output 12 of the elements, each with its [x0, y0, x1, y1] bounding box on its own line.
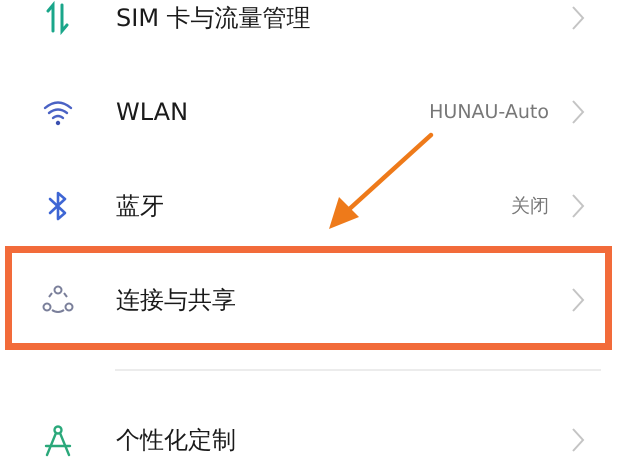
- chevron-right-icon: [571, 287, 585, 313]
- chevron-right-icon: [571, 193, 585, 219]
- setting-value: 关闭: [511, 194, 549, 219]
- chevron-right-icon: [571, 99, 585, 125]
- setting-label: 蓝牙: [116, 191, 164, 222]
- setting-value: HUNAU-Auto: [429, 101, 549, 123]
- setting-label: 连接与共享: [116, 285, 236, 316]
- setting-label: SIM 卡与流量管理: [116, 3, 311, 34]
- setting-label: WLAN: [116, 98, 188, 126]
- setting-label: 个性化定制: [116, 425, 236, 456]
- chevron-right-icon: [571, 427, 585, 453]
- chevron-right-icon: [571, 5, 585, 31]
